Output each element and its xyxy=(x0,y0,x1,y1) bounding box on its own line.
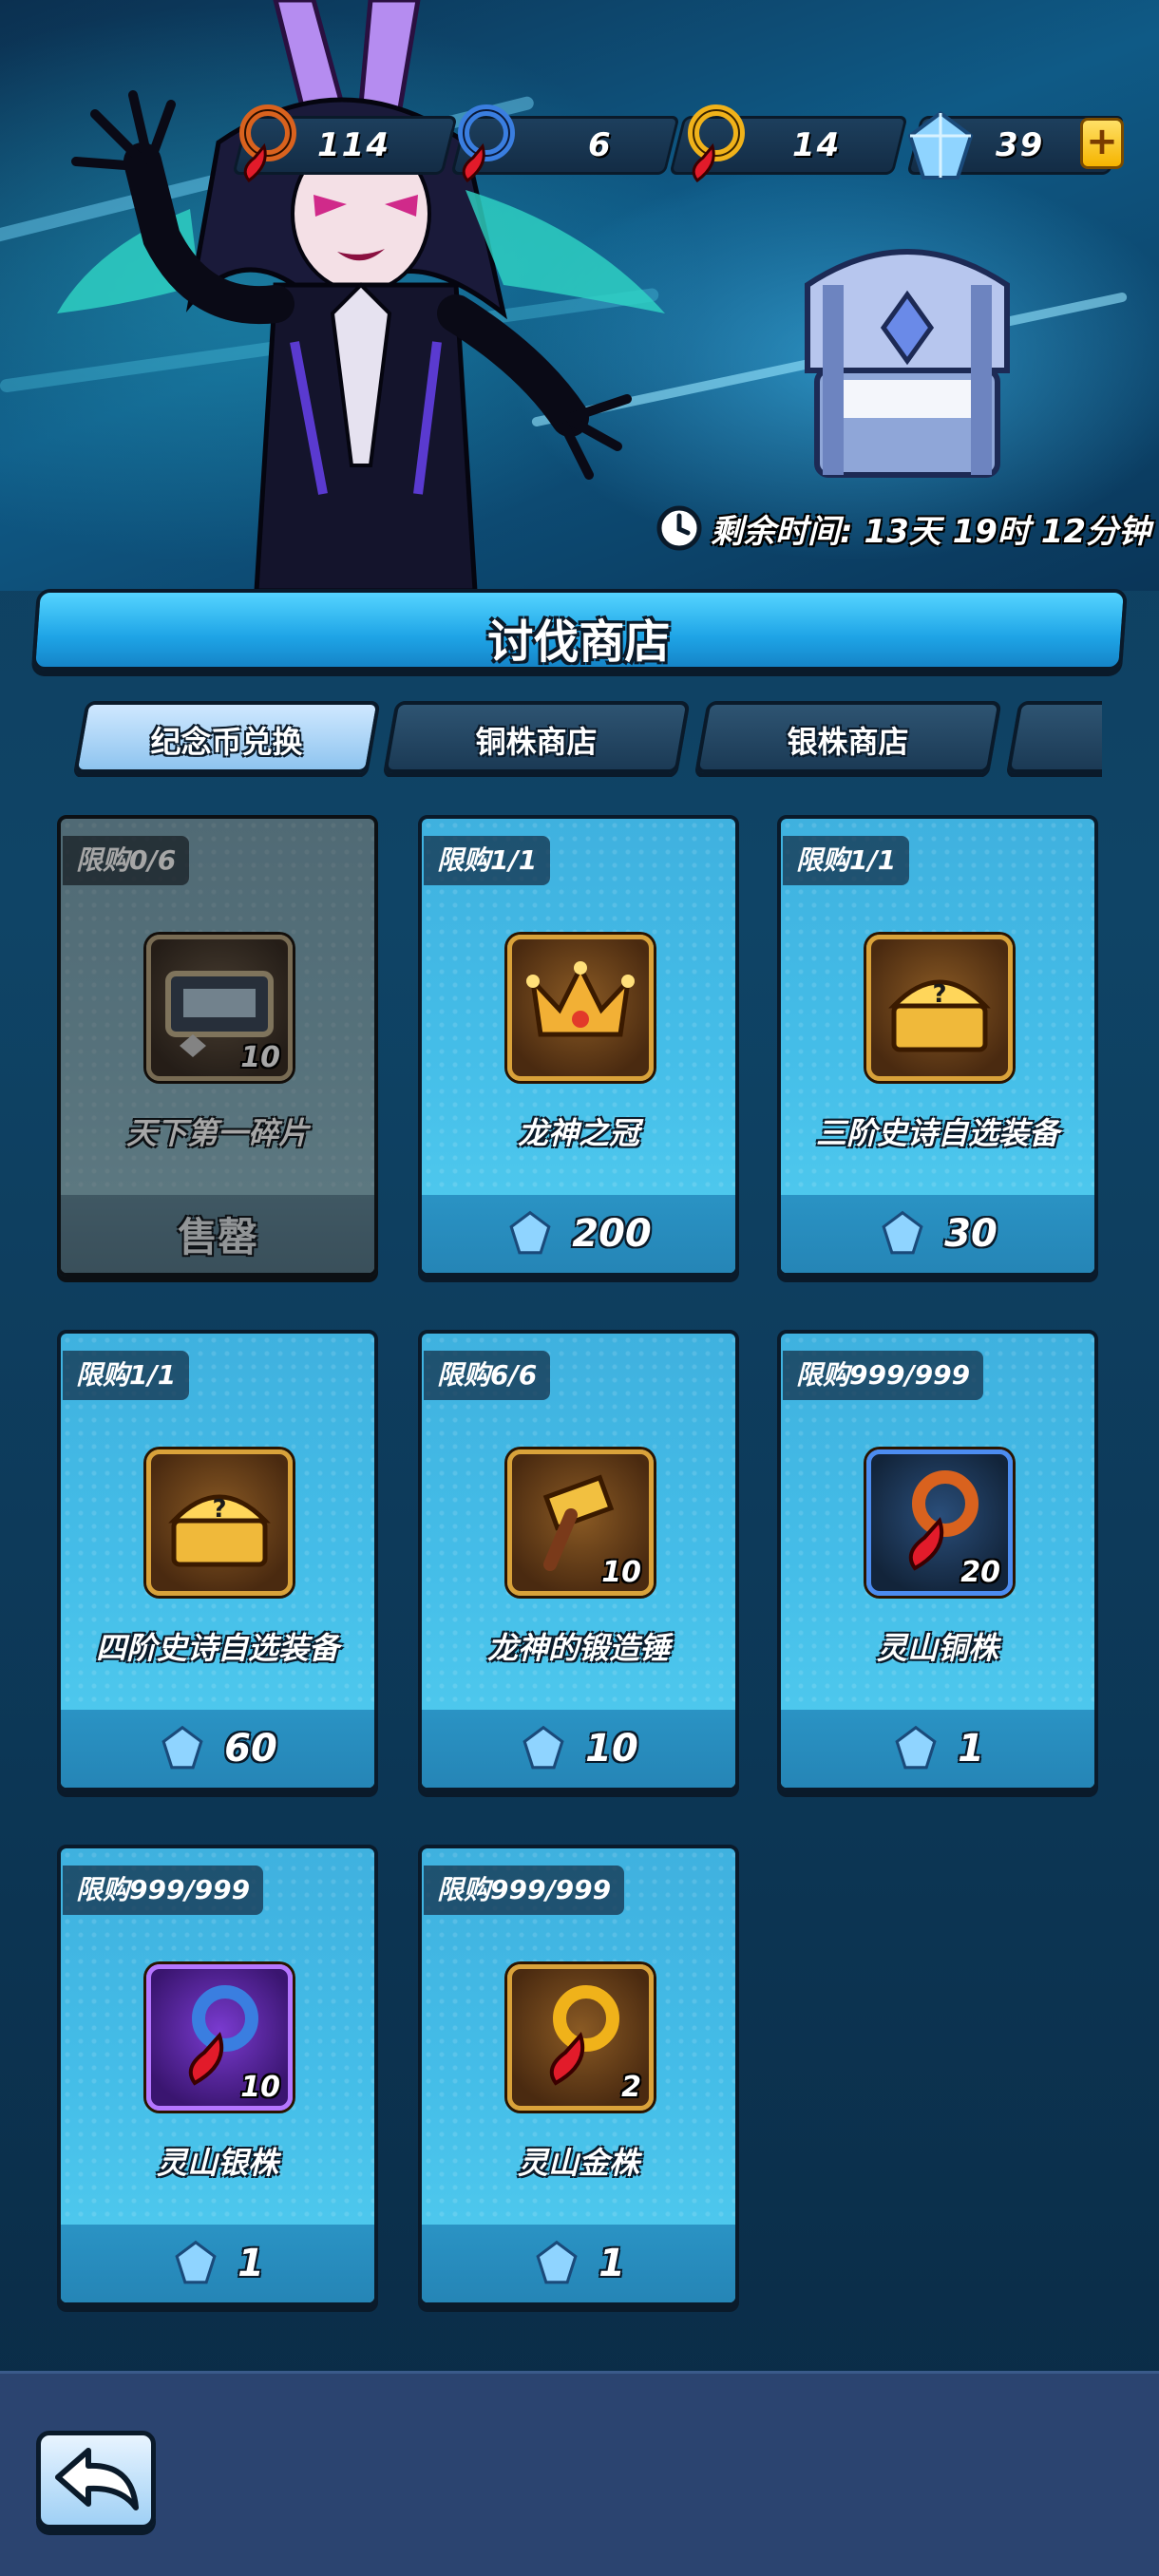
remaining-time-text: 剩余时间: 13天 19时 12分钟 xyxy=(711,512,1151,551)
purchase-limit: 限购1/1 xyxy=(783,836,910,885)
purchase-limit: 限购0/6 xyxy=(63,836,190,885)
item-name: 四阶史诗自选装备 xyxy=(95,1630,339,1666)
item-icon-frame xyxy=(507,935,654,1081)
diamond-icon xyxy=(509,1210,551,1255)
remaining-time: 剩余时间: 13天 19时 12分钟 xyxy=(656,502,1150,555)
shop-tabs: 纪念币兑换 铜株商店 银株商店 金 xyxy=(0,701,1102,777)
item-name: 龙神之冠 xyxy=(517,1115,639,1151)
diamond-icon xyxy=(882,1210,923,1255)
purchase-limit: 限购6/6 xyxy=(424,1351,551,1400)
item-quantity: 2 xyxy=(621,2071,641,2104)
shop-item-card[interactable]: 限购6/6 10 龙神的锻造锤 10 xyxy=(418,1330,739,1791)
purchase-limit: 限购999/999 xyxy=(63,1866,264,1915)
shop-title: 讨伐商店 xyxy=(487,616,671,669)
item-icon-frame: 10 xyxy=(507,1449,654,1596)
tab-label: 铜株商店 xyxy=(475,724,598,760)
diamond-icon xyxy=(895,1725,937,1770)
item-price: 10 xyxy=(585,1727,638,1771)
diamond-icon xyxy=(175,2240,217,2284)
tab-gold-shop[interactable]: 金 xyxy=(1006,701,1102,773)
item-quantity: 20 xyxy=(960,1556,1000,1589)
item-price-bar: 60 xyxy=(61,1710,374,1788)
item-price: 30 xyxy=(944,1212,998,1256)
tab-label: 银株商店 xyxy=(787,724,909,760)
item-name: 三阶史诗自选装备 xyxy=(815,1115,1059,1151)
tab-silver-shop[interactable]: 银株商店 xyxy=(694,701,1002,773)
mystery-chest-icon: ? xyxy=(168,1494,271,1567)
shop-item-card[interactable]: 限购999/999 20 灵山铜株 1 xyxy=(777,1330,1098,1791)
treasure-chest-illustration xyxy=(805,249,1010,478)
item-icon-frame: 2 xyxy=(507,1964,654,2111)
item-price: 1 xyxy=(598,2242,625,2285)
item-icon-frame: 10 xyxy=(146,1964,293,2111)
tab-commemorative-coin-exchange[interactable]: 纪念币兑换 xyxy=(73,701,381,773)
gold-count: 14 xyxy=(791,126,841,164)
copper-bead-icon xyxy=(239,104,296,183)
crown-icon xyxy=(526,961,635,1037)
item-icon-frame: 10 xyxy=(146,935,293,1081)
copper-count: 114 xyxy=(317,126,390,164)
shop-item-card[interactable]: 限购1/1 龙神之冠 200 xyxy=(418,815,739,1277)
item-quantity: 10 xyxy=(240,1041,280,1074)
tab-copper-shop[interactable]: 铜株商店 xyxy=(383,701,691,773)
shop-item-card[interactable]: 限购1/1 ? 三阶史诗自选装备 30 xyxy=(777,815,1098,1277)
diamond-icon xyxy=(536,2240,578,2284)
clock-icon xyxy=(656,505,702,551)
back-button[interactable] xyxy=(36,2431,156,2529)
diamond-icon xyxy=(162,1725,203,1770)
diamond-icon xyxy=(907,110,974,180)
item-name: 灵山金株 xyxy=(517,2145,639,2181)
item-price: 1 xyxy=(958,1727,984,1771)
shop-title-bar: 讨伐商店 xyxy=(30,589,1129,671)
item-name: 龙神的锻造锤 xyxy=(486,1630,670,1666)
silver-count: 6 xyxy=(588,126,613,164)
item-price-bar: 售罄 xyxy=(61,1195,374,1273)
purchase-limit: 限购1/1 xyxy=(63,1351,190,1400)
topup-button[interactable]: + xyxy=(1080,118,1124,169)
item-price-bar: 1 xyxy=(422,2225,735,2302)
item-quantity: 10 xyxy=(240,2071,280,2104)
bottom-bar xyxy=(0,2371,1159,2576)
shop-item-card[interactable]: 限购999/999 10 灵山银株 1 xyxy=(57,1845,378,2306)
svg-text:?: ? xyxy=(212,1495,226,1524)
silver-bead-icon xyxy=(458,104,515,183)
item-name: 天下第一碎片 xyxy=(125,1115,309,1151)
tab-label: 金 xyxy=(1016,718,1102,762)
mystery-chest-icon: ? xyxy=(888,979,991,1052)
item-quantity: 10 xyxy=(601,1556,641,1589)
item-price: 200 xyxy=(572,1212,652,1256)
shop-item-card[interactable]: 限购1/1 ? 四阶史诗自选装备 60 xyxy=(57,1330,378,1791)
sold-out-label: 售罄 xyxy=(177,1213,257,1260)
purchase-limit: 限购1/1 xyxy=(424,836,551,885)
purchase-limit: 限购999/999 xyxy=(424,1866,625,1915)
diamond-icon xyxy=(522,1725,564,1770)
item-price-bar: 30 xyxy=(781,1195,1094,1273)
character-illustration xyxy=(57,0,665,591)
shop-item-card[interactable]: 限购999/999 2 灵山金株 1 xyxy=(418,1845,739,2306)
diamond-count: 39 xyxy=(995,126,1044,164)
item-name: 灵山铜株 xyxy=(876,1630,998,1666)
gold-bead-icon xyxy=(688,104,745,183)
item-price-bar: 1 xyxy=(61,2225,374,2302)
item-price: 60 xyxy=(224,1727,277,1771)
tab-label: 纪念币兑换 xyxy=(150,724,303,760)
shop-item-card[interactable]: 限购0/6 10 天下第一碎片 售罄 xyxy=(57,815,378,1277)
item-icon-frame: ? xyxy=(146,1449,293,1596)
item-name: 灵山银株 xyxy=(156,2145,278,2181)
back-arrow-icon xyxy=(55,2448,139,2510)
item-icon-frame: 20 xyxy=(866,1449,1013,1596)
item-price-bar: 200 xyxy=(422,1195,735,1273)
item-price-bar: 1 xyxy=(781,1710,1094,1788)
item-price-bar: 10 xyxy=(422,1710,735,1788)
hero-banner: 114 6 14 39 + 剩余时间: 13天 19时 12分钟 xyxy=(0,0,1159,591)
item-icon-frame: ? xyxy=(866,935,1013,1081)
purchase-limit: 限购999/999 xyxy=(783,1351,984,1400)
svg-text:?: ? xyxy=(932,980,946,1009)
item-price: 1 xyxy=(238,2242,264,2285)
